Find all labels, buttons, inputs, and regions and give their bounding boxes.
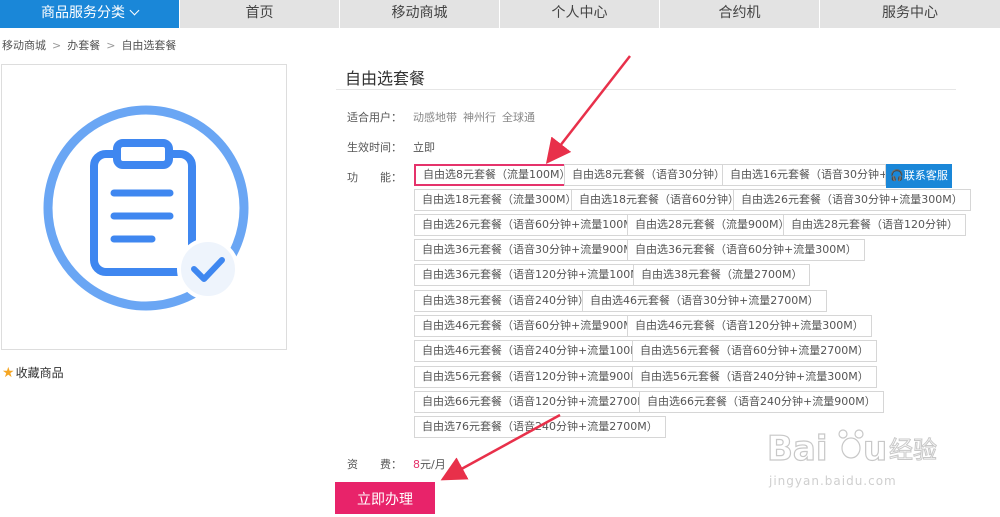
fee-number: 8 — [413, 458, 420, 471]
package-option[interactable]: 自由选66元套餐（语音120分钟+流量2700M） — [414, 391, 666, 413]
users-values: 动感地带 神州行 全球通 — [413, 109, 541, 125]
title-divider — [336, 89, 956, 90]
baidu-paw-logo: Bai u 经验 — [766, 428, 937, 469]
svg-text:Bai: Bai — [767, 429, 828, 469]
package-option[interactable]: 自由选36元套餐（语音60分钟+流量300M） — [627, 239, 865, 261]
watermark-url: jingyan.baidu.com — [769, 474, 897, 488]
breadcrumb-separator: > — [106, 39, 116, 52]
star-icon: ★ — [2, 365, 15, 381]
package-option[interactable]: 自由选16元套餐（语音30分钟+流量 — [722, 164, 886, 186]
user-type: 神州行 — [463, 111, 496, 124]
nav-item-home[interactable]: 首页 — [180, 0, 340, 28]
package-option[interactable]: 自由选56元套餐（语音240分钟+流量300M） — [632, 366, 877, 388]
package-option[interactable]: 自由选66元套餐（语音240分钟+流量900M） — [639, 391, 884, 413]
buy-now-button[interactable]: 立即办理 — [335, 482, 435, 514]
breadcrumb-link-plans[interactable]: 办套餐 — [67, 39, 100, 52]
breadcrumb-link-mall[interactable]: 移动商城 — [2, 39, 46, 52]
customer-service-label: 联系客服 — [903, 169, 948, 182]
nav-item-personal-center[interactable]: 个人中心 — [500, 0, 660, 28]
user-type: 全球通 — [502, 111, 535, 124]
package-option[interactable]: 自由选38元套餐（语音240分钟） — [414, 290, 597, 312]
nav-item-service-center[interactable]: 服务中心 — [820, 0, 1000, 28]
effective-label: 生效时间： — [347, 141, 402, 154]
customer-service-button[interactable]: 🎧联系客服 — [886, 164, 952, 188]
svg-text:经验: 经验 — [889, 436, 937, 464]
package-option[interactable]: 自由选8元套餐（流量100M） — [414, 164, 580, 186]
breadcrumb-current: 自由选套餐 — [121, 39, 177, 52]
package-option[interactable]: 自由选46元套餐（语音120分钟+流量300M） — [627, 315, 872, 337]
nav-category-label: 商品服务分类 — [41, 5, 125, 21]
package-option[interactable]: 自由选46元套餐（语音240分钟+流量100M） — [414, 340, 659, 362]
baidu-jingyan-watermark: Bai u 经验 jingyan.baidu.com — [765, 420, 955, 500]
nav-item-mobile-mall[interactable]: 移动商城 — [340, 0, 500, 28]
top-nav: 商品服务分类 首页 移动商城 个人中心 合约机 服务中心 — [0, 0, 1000, 28]
package-option[interactable]: 自由选18元套餐（语音60分钟） — [571, 189, 747, 211]
favorite-label: 收藏商品 — [15, 366, 64, 380]
package-option[interactable]: 自由选26元套餐（语音60分钟+流量100M） — [414, 214, 652, 236]
fee-value: 8元/月 — [413, 456, 446, 472]
package-option[interactable]: 自由选56元套餐（语音60分钟+流量2700M） — [632, 340, 877, 362]
product-title: 自由选套餐 — [345, 69, 426, 88]
package-option[interactable]: 自由选26元套餐（语音30分钟+流量300M） — [733, 189, 971, 211]
fee-label: 资 费： — [347, 458, 402, 471]
package-option[interactable]: 自由选76元套餐（语音240分钟+流量2700M） — [414, 416, 666, 438]
users-label: 适合用户： — [347, 111, 402, 124]
nav-item-contract-phone[interactable]: 合约机 — [660, 0, 820, 28]
breadcrumb: 移动商城 > 办套餐 > 自由选套餐 — [2, 37, 176, 53]
product-image — [1, 64, 287, 350]
package-option[interactable]: 自由选36元套餐（语音30分钟+流量900M） — [414, 239, 652, 261]
package-option[interactable]: 自由选36元套餐（语音120分钟+流量100M） — [414, 264, 659, 286]
chevron-down-icon — [129, 5, 140, 16]
package-option[interactable]: 自由选46元套餐（语音30分钟+流量2700M） — [582, 290, 827, 312]
package-option[interactable]: 自由选56元套餐（语音120分钟+流量900M） — [414, 366, 659, 388]
nav-category-dropdown[interactable]: 商品服务分类 — [0, 0, 180, 28]
headset-icon: 🎧 — [890, 169, 904, 182]
package-option[interactable]: 自由选28元套餐（语音120分钟） — [783, 214, 966, 236]
package-option[interactable]: 自由选38元套餐（流量2700M） — [633, 264, 811, 286]
function-label: 功 能： — [347, 171, 402, 184]
user-type: 动感地带 — [413, 111, 457, 124]
clipboard-check-icon — [43, 105, 249, 311]
package-option[interactable]: 自由选18元套餐（流量300M） — [414, 189, 585, 211]
annotation-arrow — [545, 55, 631, 164]
package-option[interactable]: 自由选8元套餐（语音30分钟） — [564, 164, 733, 186]
fee-unit: 元/月 — [420, 458, 446, 471]
effective-value: 立即 — [413, 141, 435, 154]
svg-text:u: u — [863, 429, 887, 469]
favorite-product-link[interactable]: ★收藏商品 — [2, 364, 64, 381]
breadcrumb-separator: > — [52, 39, 62, 52]
package-option[interactable]: 自由选28元套餐（流量900M） — [627, 214, 798, 236]
package-option[interactable]: 自由选46元套餐（语音60分钟+流量900M） — [414, 315, 652, 337]
